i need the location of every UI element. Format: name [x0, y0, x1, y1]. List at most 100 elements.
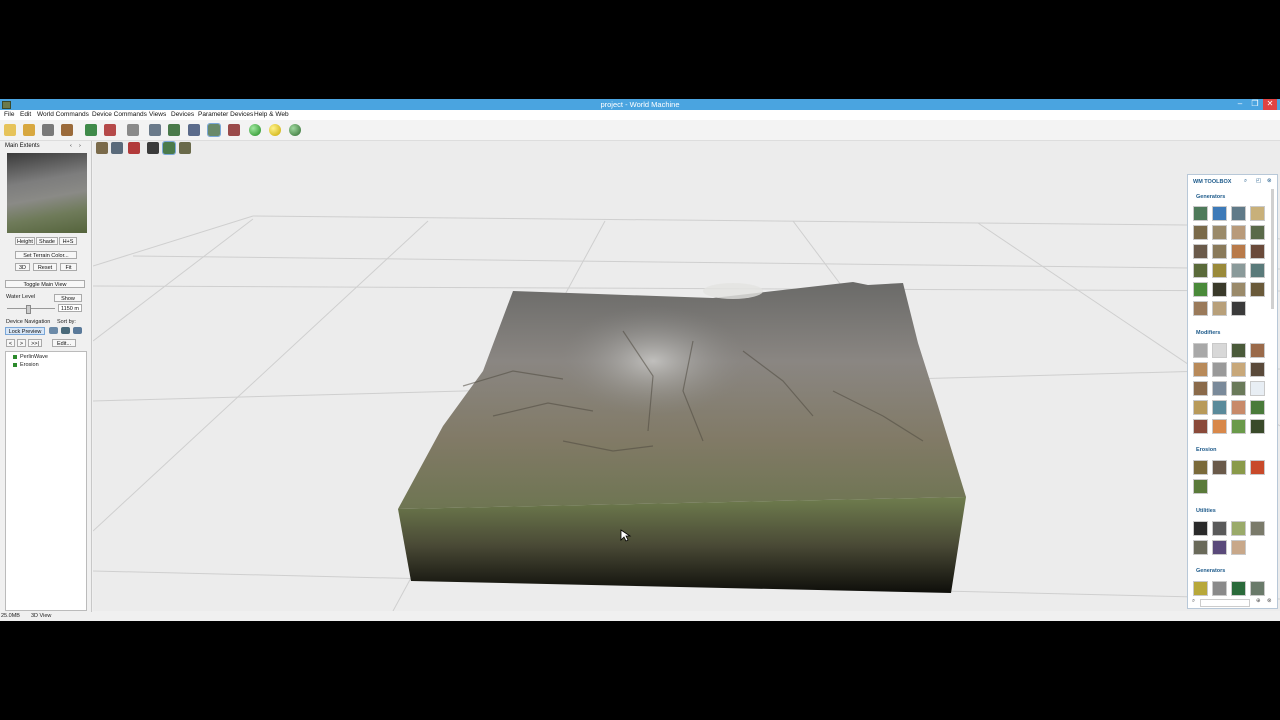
nav-last-button[interactable]: >>| [28, 339, 42, 347]
device-tile[interactable] [1212, 581, 1227, 596]
device-tile[interactable] [1212, 419, 1227, 434]
device-tile[interactable] [1193, 282, 1208, 297]
menu-views[interactable]: Views [149, 111, 166, 118]
toggle-main-view-button[interactable]: Toggle Main View [5, 280, 85, 288]
terrain-preview[interactable] [7, 153, 87, 233]
device-tile[interactable] [1250, 362, 1265, 377]
device-tile[interactable] [1212, 521, 1227, 536]
render-settings-icon[interactable] [104, 124, 116, 136]
lighting-icon[interactable] [147, 142, 159, 154]
toolbox-float-icon[interactable]: ◰ [1256, 178, 1261, 184]
3d-viewport[interactable] [93, 141, 1280, 611]
device-tile[interactable] [1231, 362, 1246, 377]
minimize-button[interactable]: ‒ [1233, 99, 1247, 110]
shade-button[interactable]: Shade [36, 237, 58, 245]
device-tile[interactable] [1212, 225, 1227, 240]
view-mode-icon[interactable] [96, 142, 108, 154]
device-tile[interactable] [1231, 381, 1246, 396]
grid-view-icon[interactable] [168, 124, 180, 136]
device-tile[interactable] [1193, 479, 1208, 494]
tree-item-erosion[interactable]: Erosion [13, 362, 39, 368]
menu-help-web[interactable]: Help & Web [254, 111, 289, 118]
nav-forward-button[interactable]: > [17, 339, 26, 347]
device-tile[interactable] [1212, 301, 1227, 316]
layout-view-icon[interactable] [149, 124, 161, 136]
device-tile[interactable] [1250, 581, 1265, 596]
toolbox-search-icon[interactable]: ⌕ [1192, 598, 1195, 605]
panel-back-icon[interactable]: ‹ [70, 143, 72, 149]
water-level-input[interactable]: 1150 m [58, 304, 82, 312]
device-tile[interactable] [1250, 263, 1265, 278]
section-modifiers[interactable]: Modifiers [1196, 330, 1220, 336]
water-level-slider[interactable] [7, 308, 55, 309]
hs-button[interactable]: H+S [59, 237, 77, 245]
menu-device-commands[interactable]: Device Commands [92, 111, 147, 118]
device-tile[interactable] [1193, 521, 1208, 536]
camera-icon[interactable] [111, 142, 123, 154]
device-tile[interactable] [1193, 206, 1208, 221]
menu-world-commands[interactable]: World Commands [37, 111, 89, 118]
maximize-button[interactable]: ❐ [1248, 99, 1262, 110]
device-tile[interactable] [1231, 419, 1246, 434]
sort-type-icon[interactable] [49, 327, 58, 334]
device-tile[interactable] [1193, 540, 1208, 555]
menu-devices[interactable]: Devices [171, 111, 194, 118]
sort-name-icon[interactable] [61, 327, 70, 334]
fit-button[interactable]: Fit [60, 263, 77, 271]
reset-button[interactable]: Reset [33, 263, 57, 271]
device-tile[interactable] [1250, 282, 1265, 297]
menu-parameter-devices[interactable]: Parameter Devices [198, 111, 253, 118]
device-tile[interactable] [1231, 301, 1246, 316]
device-tile[interactable] [1193, 362, 1208, 377]
device-tile[interactable] [1250, 400, 1265, 415]
device-tile[interactable] [1231, 400, 1246, 415]
device-tile[interactable] [1231, 540, 1246, 555]
export-icon[interactable] [228, 124, 240, 136]
panel-forward-icon[interactable]: › [79, 143, 81, 149]
close-button[interactable]: ✕ [1263, 99, 1277, 110]
device-tile[interactable] [1212, 263, 1227, 278]
device-tile[interactable] [1212, 362, 1227, 377]
texture-icon[interactable] [162, 141, 176, 155]
device-tile[interactable] [1212, 460, 1227, 475]
section-generators[interactable]: Generators [1196, 194, 1225, 200]
device-tile[interactable] [1212, 540, 1227, 555]
menu-edit[interactable]: Edit [20, 111, 31, 118]
device-tile[interactable] [1193, 301, 1208, 316]
new-project-icon[interactable] [4, 124, 16, 136]
device-tile[interactable] [1250, 521, 1265, 536]
settings-icon[interactable] [61, 124, 73, 136]
world-settings-icon[interactable] [85, 124, 97, 136]
toolbox-pin-icon[interactable]: ⌕ [1244, 178, 1247, 185]
toolbox-settings-icon[interactable]: ⊗ [1267, 598, 1272, 604]
open-project-icon[interactable] [23, 124, 35, 136]
device-tile[interactable] [1212, 244, 1227, 259]
device-tile[interactable] [1212, 381, 1227, 396]
3d-button[interactable]: 3D [15, 263, 30, 271]
device-tile[interactable] [1193, 460, 1208, 475]
device-tile[interactable] [1231, 263, 1246, 278]
device-tile[interactable] [1212, 400, 1227, 415]
toolbox-close-icon[interactable]: ⊗ [1267, 178, 1272, 184]
height-button[interactable]: Height [15, 237, 35, 245]
edit-device-button[interactable]: Edit... [52, 339, 76, 347]
device-tile[interactable] [1231, 581, 1246, 596]
device-tile[interactable] [1231, 521, 1246, 536]
device-tile[interactable] [1250, 206, 1265, 221]
menu-file[interactable]: File [4, 111, 14, 118]
set-terrain-color-button[interactable]: Set Terrain Color... [15, 251, 77, 259]
toolbox-scrollbar[interactable] [1271, 189, 1274, 309]
build-tiles-icon[interactable] [289, 124, 301, 136]
device-tile[interactable] [1231, 206, 1246, 221]
water-level-slider-thumb[interactable] [26, 305, 31, 314]
section-generators-2[interactable]: Generators [1196, 568, 1225, 574]
device-tile[interactable] [1193, 381, 1208, 396]
device-tile[interactable] [1193, 400, 1208, 415]
section-utilities[interactable]: Utilities [1196, 508, 1216, 514]
device-tile[interactable] [1231, 460, 1246, 475]
device-tile[interactable] [1250, 244, 1265, 259]
device-tile[interactable] [1193, 581, 1208, 596]
device-tile[interactable] [1250, 343, 1265, 358]
device-tile[interactable] [1250, 460, 1265, 475]
sort-order-icon[interactable] [73, 327, 82, 334]
